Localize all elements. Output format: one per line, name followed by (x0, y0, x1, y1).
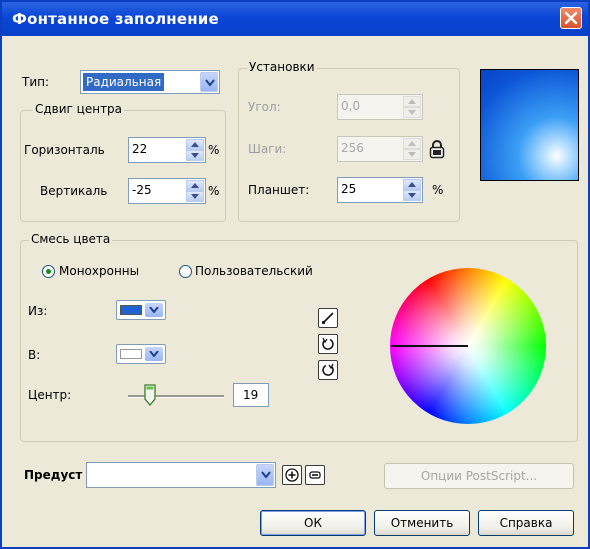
center-slider-thumb[interactable] (144, 384, 156, 407)
to-color-swatch (120, 349, 142, 359)
horizontal-label: Горизонталь (24, 143, 105, 157)
vertical-label: Вертикаль (40, 184, 108, 198)
angle-value: 0,0 (341, 99, 361, 113)
custom-radio-label: Пользовательский (195, 264, 313, 278)
add-preset-button[interactable] (282, 465, 302, 485)
pad-down-button[interactable] (403, 190, 421, 201)
cancel-button[interactable]: Отменить (374, 510, 470, 536)
steps-spinner[interactable]: 256 (337, 136, 423, 162)
help-button[interactable]: Справка (478, 510, 574, 536)
center-slider[interactable] (128, 382, 224, 408)
horizontal-unit: % (208, 143, 220, 157)
pad-spinner[interactable]: 25 (337, 177, 423, 203)
center-offset-legend: Сдвиг центра (33, 102, 125, 116)
center-label: Центр: (28, 388, 72, 402)
window-title: Фонтанное заполнение (12, 10, 219, 28)
plus-icon (285, 468, 299, 482)
from-color-swatch (120, 305, 142, 315)
type-select-dropdown-button[interactable] (200, 72, 218, 92)
type-select[interactable]: Радиальная (80, 70, 220, 94)
pad-value: 25 (341, 182, 357, 196)
ok-button[interactable]: ОК (260, 510, 366, 536)
type-label: Тип: (22, 75, 50, 89)
center-slider-track (128, 395, 224, 398)
close-icon (564, 11, 578, 25)
title-bar[interactable]: Фонтанное заполнение (2, 2, 588, 36)
settings-legend: Установки (247, 60, 317, 74)
close-button[interactable] (560, 7, 582, 29)
clockwise-path-button[interactable] (318, 360, 338, 380)
horizontal-offset-spinner[interactable]: 22 (128, 137, 206, 163)
lock-icon (429, 140, 445, 159)
angle-spinner[interactable]: 0,0 (337, 94, 423, 120)
vertical-offset-spinner[interactable]: -25 (128, 178, 206, 204)
from-color-label: Из: (28, 304, 48, 318)
chevron-down-icon (205, 79, 215, 87)
chevron-up-icon (408, 99, 416, 104)
presets-label: Предуст (24, 468, 83, 482)
chevron-down-icon (408, 193, 416, 198)
center-value: 19 (243, 388, 259, 402)
chevron-down-icon (408, 110, 416, 115)
fountain-fill-dialog: Фонтанное заполнение Тип: Радиальная Сдв… (0, 0, 590, 549)
type-select-value: Радиальная (83, 73, 165, 91)
color-wheel-hue-line (391, 345, 468, 347)
vertical-offset-up-button[interactable] (186, 180, 204, 191)
remove-preset-button[interactable] (305, 465, 325, 485)
pad-up-button[interactable] (403, 179, 421, 190)
center-offset-group: Сдвиг центра (20, 102, 226, 222)
counterclockwise-path-icon (322, 337, 334, 350)
horizontal-offset-up-button[interactable] (186, 139, 204, 150)
direct-path-icon (321, 312, 334, 325)
vertical-unit: % (208, 184, 220, 198)
horizontal-offset-value: 22 (132, 142, 148, 156)
pad-label: Планшет: (248, 183, 310, 197)
postscript-options-button[interactable]: Опции PostScript... (384, 463, 574, 489)
vertical-offset-down-button[interactable] (186, 191, 204, 202)
steps-value: 256 (341, 141, 364, 155)
presets-combo[interactable] (86, 462, 276, 488)
chevron-up-icon (191, 183, 199, 188)
chevron-down-icon (149, 351, 159, 357)
steps-lock-button[interactable] (428, 139, 446, 159)
direct-path-button[interactable] (318, 308, 338, 328)
chevron-up-icon (408, 141, 416, 146)
color-blend-legend: Смесь цвета (29, 232, 113, 246)
custom-radio[interactable] (179, 265, 192, 278)
angle-down-button[interactable] (403, 107, 421, 118)
from-color-picker[interactable] (116, 300, 166, 320)
angle-label: Угол: (248, 100, 281, 114)
steps-up-button[interactable] (403, 138, 421, 149)
chevron-down-icon (191, 194, 199, 199)
minus-icon (309, 471, 321, 479)
mono-radio-label: Монохронны (59, 264, 140, 278)
chevron-down-icon (261, 471, 271, 479)
steps-label: Шаги: (248, 142, 287, 156)
clockwise-path-icon (322, 363, 334, 376)
chevron-up-icon (191, 142, 199, 147)
horizontal-offset-down-button[interactable] (186, 150, 204, 161)
steps-down-button[interactable] (403, 149, 421, 160)
chevron-up-icon (408, 182, 416, 187)
center-value-box[interactable]: 19 (233, 383, 269, 407)
to-color-picker[interactable] (116, 344, 166, 364)
chevron-down-icon (408, 152, 416, 157)
color-wheel[interactable] (390, 268, 546, 424)
chevron-down-icon (149, 307, 159, 313)
angle-up-button[interactable] (403, 96, 421, 107)
pad-unit: % (432, 183, 444, 197)
counterclockwise-path-button[interactable] (318, 334, 338, 354)
presets-dropdown-button[interactable] (256, 464, 274, 486)
to-color-label: В: (28, 348, 41, 362)
chevron-down-icon (191, 153, 199, 158)
mono-radio[interactable] (42, 265, 55, 278)
vertical-offset-value: -25 (132, 183, 152, 197)
fill-preview[interactable] (480, 69, 579, 181)
